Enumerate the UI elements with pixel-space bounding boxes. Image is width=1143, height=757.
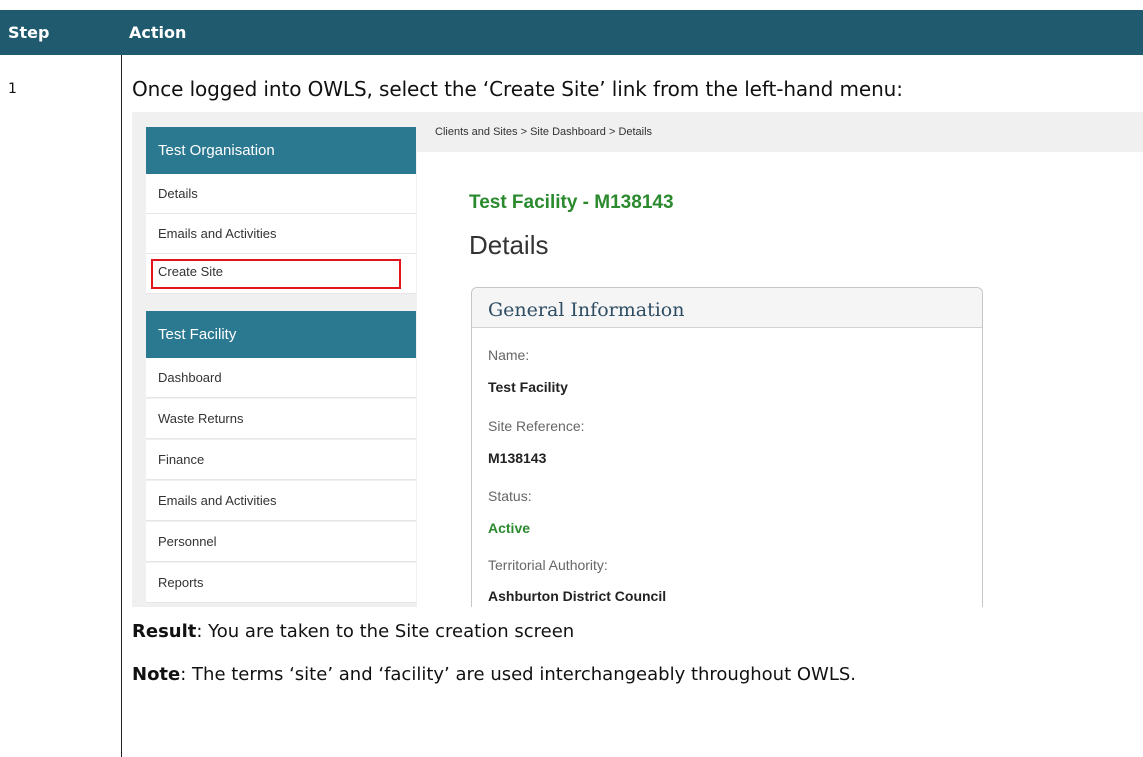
status-label: Status: bbox=[488, 488, 532, 504]
site-reference-value: M138143 bbox=[488, 450, 547, 466]
menu-item-facility-emails-activities[interactable]: Emails and Activities bbox=[146, 481, 416, 521]
step-column-header: Step bbox=[8, 23, 50, 42]
page-title: Details bbox=[469, 230, 549, 260]
menu-item-waste-returns[interactable]: Waste Returns bbox=[146, 399, 416, 439]
step-instruction: Once logged into OWLS, select the ‘Creat… bbox=[132, 77, 903, 101]
menu-item-create-site[interactable]: Create Site bbox=[146, 254, 416, 294]
details-panel: Test Facility - M138143 Details General … bbox=[417, 152, 1143, 607]
menu-item-dashboard[interactable]: Dashboard bbox=[146, 358, 416, 398]
menu-item-details[interactable]: Details bbox=[146, 174, 416, 214]
territorial-authority-value: Ashburton District Council bbox=[488, 588, 667, 604]
menu-item-personnel[interactable]: Personnel bbox=[146, 522, 416, 562]
result-text: : You are taken to the Site creation scr… bbox=[196, 621, 575, 642]
menu-item-emails-activities[interactable]: Emails and Activities bbox=[146, 214, 416, 254]
name-value: Test Facility bbox=[488, 379, 568, 395]
result-line: Result: You are taken to the Site creati… bbox=[132, 621, 574, 642]
general-information-heading: General Information bbox=[472, 288, 982, 328]
org-menu-heading: Test Organisation bbox=[146, 127, 416, 174]
menu-item-reports[interactable]: Reports bbox=[146, 563, 416, 603]
site-reference-label: Site Reference: bbox=[488, 418, 585, 434]
territorial-authority-label: Territorial Authority: bbox=[488, 557, 608, 573]
breadcrumb[interactable]: Clients and Sites > Site Dashboard > Det… bbox=[435, 126, 652, 138]
column-divider bbox=[121, 55, 122, 757]
facility-title: Test Facility - M138143 bbox=[469, 192, 674, 213]
name-label: Name: bbox=[488, 347, 530, 363]
general-information-card: General Information Name: Test Facility … bbox=[471, 287, 983, 607]
step-number: 1 bbox=[8, 81, 17, 97]
status-value: Active bbox=[488, 520, 531, 536]
note-label: Note bbox=[132, 664, 181, 685]
menu-item-finance[interactable]: Finance bbox=[146, 440, 416, 480]
owls-screenshot: Test Organisation Details Emails and Act… bbox=[132, 112, 1143, 607]
note-text: : The terms ‘site’ and ‘facility’ are us… bbox=[180, 664, 857, 685]
result-label: Result bbox=[132, 621, 197, 642]
action-column-header: Action bbox=[129, 23, 187, 42]
note-line: Note: The terms ‘site’ and ‘facility’ ar… bbox=[132, 664, 856, 685]
table-header: Step Action bbox=[0, 10, 1143, 55]
facility-menu-heading: Test Facility bbox=[146, 311, 416, 358]
